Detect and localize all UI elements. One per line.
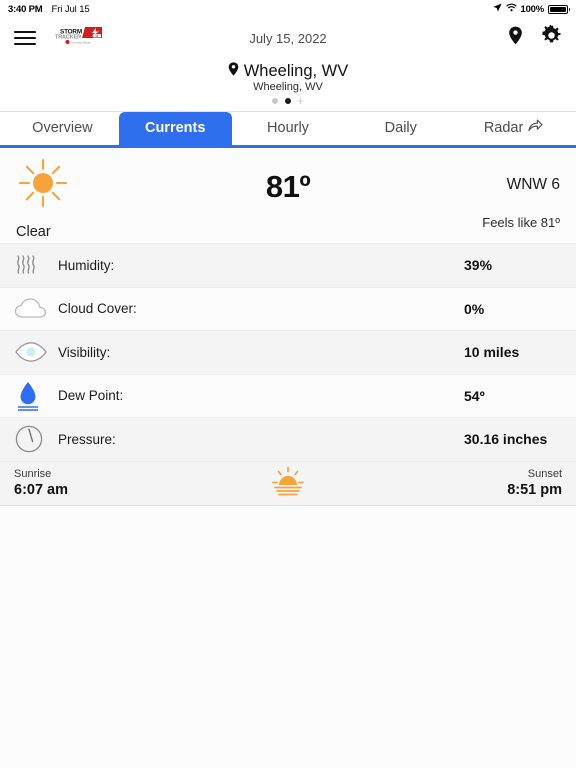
current-wind-block: WNW 6 Feels like 81º: [410, 156, 560, 230]
location-pin-icon: [228, 62, 239, 81]
detail-row-humidity: Humidity: 39%: [0, 244, 576, 288]
app-navbar: 13 STORM TRACKER Courtesy Bank July 15, …: [0, 18, 576, 58]
tab-overview[interactable]: Overview: [6, 112, 119, 145]
water-drop-icon: [14, 380, 58, 412]
content-filler: [0, 505, 576, 768]
battery-full-icon: [548, 4, 570, 14]
sunrise-block: Sunrise 6:07 am: [14, 468, 164, 498]
wifi-icon: [505, 3, 517, 15]
tab-daily[interactable]: Daily: [344, 112, 457, 145]
sunset-value: 8:51 pm: [507, 482, 562, 498]
detail-value-pressure: 30.16 inches: [464, 431, 548, 448]
location-subtitle: Wheeling, WV: [253, 81, 323, 93]
detail-row-cloud-cover: Cloud Cover: 0%: [0, 287, 576, 331]
detail-row-visibility: Visibility: 10 miles: [0, 331, 576, 375]
detail-label-pressure: Pressure:: [58, 431, 116, 447]
tab-currents-label: Currents: [144, 120, 206, 136]
svg-text:Courtesy Bank: Courtesy Bank: [71, 41, 91, 45]
humidity-waves-icon: [14, 250, 58, 280]
tab-overview-label: Overview: [32, 120, 93, 136]
current-wind: WNW 6: [506, 176, 560, 193]
sun-icon: [16, 156, 166, 215]
eye-visibility-icon: [14, 341, 58, 363]
sunset-block: Sunset 8:51 pm: [412, 468, 562, 498]
current-conditions: Clear 81º WNW 6 Feels like 81º: [0, 148, 576, 244]
status-bar-left: 3:40 PM Fri Jul 15: [8, 4, 90, 15]
detail-label-dew-point: Dew Point:: [58, 388, 124, 404]
add-location-button[interactable]: +: [297, 95, 304, 107]
tab-radar-label: Radar: [483, 119, 524, 136]
status-time: 3:40 PM: [8, 3, 43, 15]
sunrise-icon: [164, 466, 412, 500]
detail-label-visibility: Visibility:: [58, 344, 111, 360]
battery-percent: 100%: [520, 3, 545, 15]
status-date: Fri Jul 15: [51, 3, 90, 15]
location-arrow-icon: [492, 3, 502, 15]
tab-currents[interactable]: Currents: [118, 112, 232, 145]
detail-row-pressure: Pressure: 30.16 inches: [0, 418, 576, 462]
location-pager[interactable]: +: [0, 95, 576, 107]
tab-radar[interactable]: Radar: [457, 111, 570, 145]
pressure-gauge-icon: [14, 424, 58, 454]
sunset-label: Sunset: [527, 468, 562, 480]
page-title: Wheeling, WV: [243, 62, 349, 80]
navbar-actions: [508, 24, 562, 51]
tab-hourly-label: Hourly: [267, 120, 309, 136]
detail-value-dew-point: 54º: [464, 387, 485, 404]
current-condition-block: Clear: [16, 156, 166, 240]
hamburger-menu-icon[interactable]: [14, 27, 36, 50]
pager-dot-active[interactable]: [284, 98, 291, 104]
sunrise-sunset-row: Sunrise 6:07 am Sunset 8:51 pm: [0, 461, 576, 506]
current-temperature: 81º: [265, 169, 311, 204]
gear-icon[interactable]: [541, 24, 562, 51]
storm-tracker-logo[interactable]: 13 STORM TRACKER Courtesy Bank: [52, 26, 104, 50]
svg-text:TRACKER: TRACKER: [55, 34, 81, 40]
current-temperature-block: 81º: [166, 156, 410, 205]
detail-label-humidity: Humidity:: [58, 257, 115, 273]
status-bar: 3:40 PM Fri Jul 15 100%: [0, 0, 576, 18]
location-header: Wheeling, WV Wheeling, WV +: [0, 58, 576, 112]
location-pin-icon[interactable]: [508, 26, 523, 50]
tab-daily-label: Daily: [384, 120, 417, 136]
detail-value-cloud-cover: 0%: [464, 300, 485, 317]
pager-dot[interactable]: [271, 98, 278, 104]
current-feels-like: Feels like 81º: [482, 215, 560, 230]
status-bar-right: 100%: [492, 3, 570, 15]
current-condition-text: Clear: [16, 224, 51, 240]
sunrise-value: 6:07 am: [14, 482, 69, 498]
detail-row-dew-point: Dew Point: 54º: [0, 374, 576, 418]
location-title-row: Wheeling, WV: [0, 62, 576, 81]
cloud-icon: [14, 296, 58, 322]
detail-value-humidity: 39%: [464, 257, 493, 274]
detail-label-cloud-cover: Cloud Cover:: [58, 301, 137, 317]
tab-hourly[interactable]: Hourly: [232, 112, 345, 145]
tab-bar: Overview Currents Hourly Daily Radar: [0, 112, 576, 148]
sunrise-label: Sunrise: [14, 468, 52, 480]
share-arrow-icon: [528, 119, 543, 136]
detail-value-visibility: 10 miles: [464, 344, 520, 361]
